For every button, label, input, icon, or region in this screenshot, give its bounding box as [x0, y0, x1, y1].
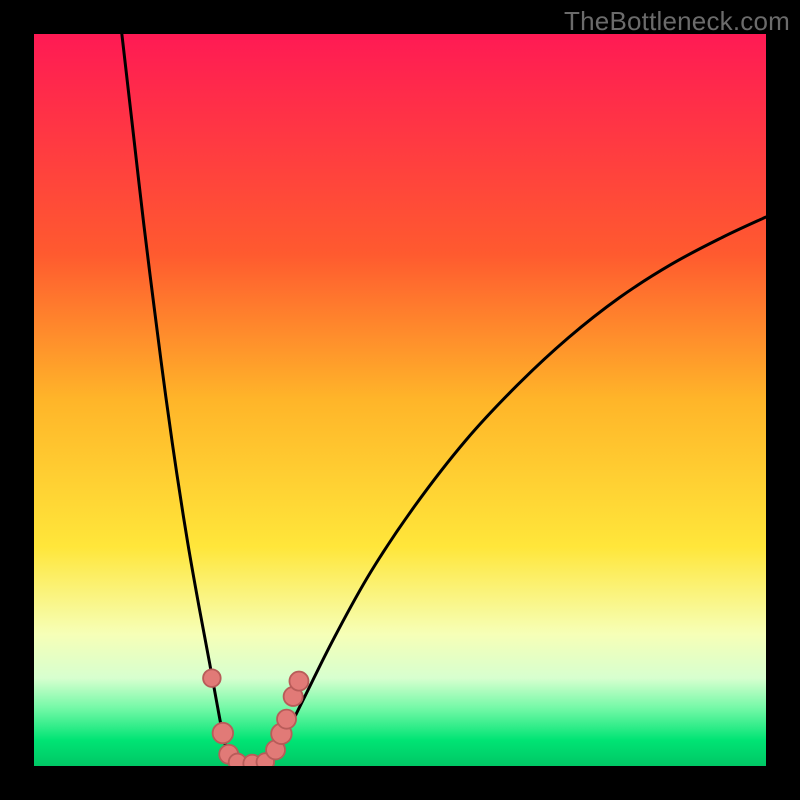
data-dot [203, 669, 221, 687]
plot-background [34, 34, 766, 766]
watermark-text: TheBottleneck.com [564, 6, 790, 37]
data-dot [213, 723, 233, 743]
data-dot [277, 710, 296, 729]
data-dot [289, 672, 308, 691]
bottleneck-chart [34, 34, 766, 766]
chart-frame: TheBottleneck.com [0, 0, 800, 800]
